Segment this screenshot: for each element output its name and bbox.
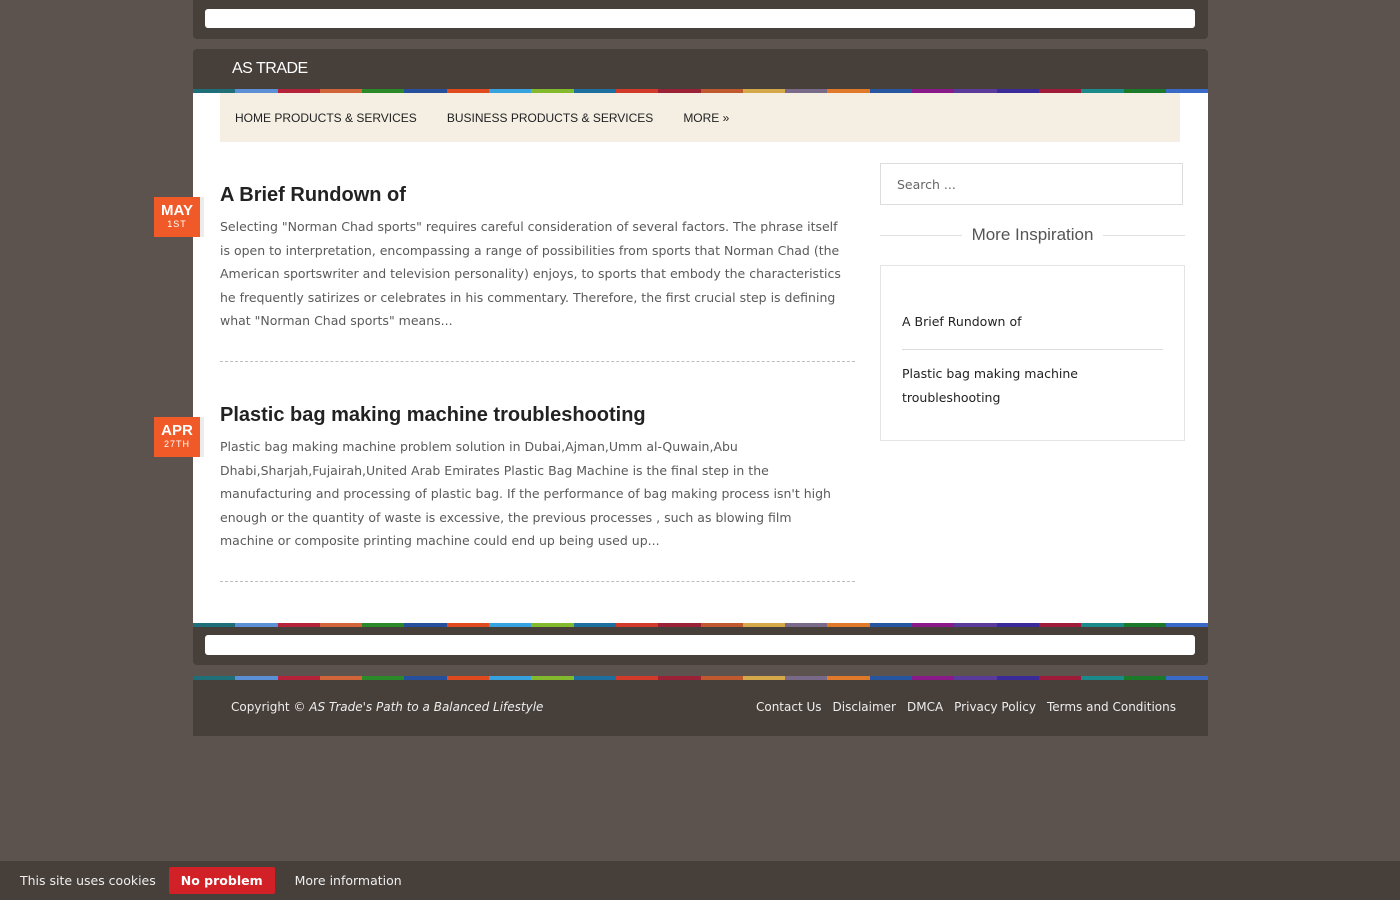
widget-title: More Inspiration [971, 225, 1094, 244]
post-item: Plastic bag making machine troubleshooti… [220, 403, 855, 553]
widget-divider [902, 349, 1163, 350]
cookie-text: This site uses cookies [20, 873, 156, 888]
cookie-accept-button[interactable]: No problem [168, 867, 275, 894]
cookie-more-info-link[interactable]: More information [295, 873, 402, 888]
footer-links: Contact Us Disclaimer DMCA Privacy Polic… [756, 700, 1176, 714]
top-bar-strip [205, 9, 1195, 28]
footer-link-disclaimer[interactable]: Disclaimer [833, 700, 896, 714]
recent-posts-widget: A Brief Rundown of Plastic bag making ma… [880, 265, 1185, 441]
nav-item-business-products[interactable]: BUSINESS PRODUCTS & SERVICES [447, 111, 654, 125]
footer-top-strip [205, 635, 1195, 655]
copyright-site-name[interactable]: AS Trade's Path to a Balanced Lifestyle [309, 700, 543, 714]
footer-link-terms[interactable]: Terms and Conditions [1047, 700, 1176, 714]
post-divider [220, 361, 855, 362]
top-bar [193, 0, 1208, 39]
footer-link-dmca[interactable]: DMCA [907, 700, 943, 714]
site-header: AS TRADE [193, 49, 1208, 89]
cookie-bar: This site uses cookies No problem More i… [0, 861, 1400, 900]
date-day: 1ST [167, 219, 187, 229]
date-badge: APR 27TH [154, 417, 200, 457]
footer-link-contact[interactable]: Contact Us [756, 700, 822, 714]
main-content: HOME PRODUCTS & SERVICES BUSINESS PRODUC… [193, 93, 1208, 623]
main-nav: HOME PRODUCTS & SERVICES BUSINESS PRODUC… [220, 93, 1180, 142]
post-excerpt: Selecting "Norman Chad sports" requires … [220, 219, 841, 328]
date-month: MAY [161, 202, 193, 219]
copyright: Copyright © AS Trade's Path to a Balance… [231, 700, 543, 714]
post-item: A Brief Rundown of Selecting "Norman Cha… [220, 183, 855, 333]
recent-post-link[interactable]: Plastic bag making machine troubleshooti… [902, 362, 1164, 410]
site-title[interactable]: AS TRADE [232, 60, 308, 78]
recent-post-link[interactable]: A Brief Rundown of [902, 310, 1164, 334]
post-excerpt: Plastic bag making machine problem solut… [220, 439, 831, 548]
nav-item-home-products[interactable]: HOME PRODUCTS & SERVICES [235, 111, 417, 125]
divider-line [880, 234, 962, 236]
date-day: 27TH [163, 439, 190, 449]
nav-item-more[interactable]: MORE » [683, 111, 729, 125]
post-title[interactable]: Plastic bag making machine troubleshooti… [220, 403, 855, 427]
post-divider [220, 581, 855, 582]
widget-header: More Inspiration [880, 223, 1186, 247]
date-badge: MAY 1ST [154, 197, 200, 237]
footer-link-privacy[interactable]: Privacy Policy [954, 700, 1036, 714]
copyright-prefix: Copyright © [231, 700, 306, 714]
post-title[interactable]: A Brief Rundown of [220, 183, 855, 207]
search-box [880, 163, 1183, 205]
site-footer: Copyright © AS Trade's Path to a Balance… [193, 680, 1208, 736]
divider-line [1103, 234, 1186, 236]
date-month: APR [161, 422, 193, 439]
footer-top-bar [193, 627, 1208, 665]
search-input[interactable] [895, 164, 1169, 204]
